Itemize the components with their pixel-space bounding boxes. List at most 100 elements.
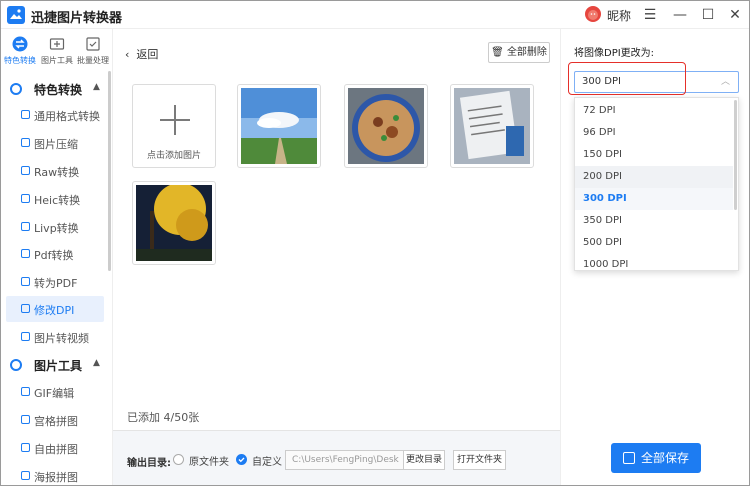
sidebar-item-label: Raw转换 (34, 166, 80, 179)
chevron-left-icon: ‹ (125, 48, 137, 61)
main-panel: ‹ 返回 🗑 全部删除 点击添加图片 已添加 4/50张 输出目录: 原文件夹 … (112, 29, 560, 485)
swap-icon (12, 36, 28, 52)
dpi-option-500[interactable]: 500 DPI (575, 232, 733, 254)
sidebar-item-gif-edit[interactable]: GIF编辑 (6, 379, 104, 405)
batch-icon (85, 36, 101, 52)
app-title: 迅捷图片转换器 (31, 11, 123, 26)
dropdown-scrollbar[interactable] (734, 100, 737, 210)
sidebar-section-title: 图片工具 (34, 359, 83, 373)
image-thumbnail[interactable] (344, 84, 428, 168)
sidebar-item-compress[interactable]: 图片压缩 (6, 130, 104, 156)
tab-image-tools[interactable]: 图片工具 (39, 33, 75, 69)
yellow-tree-night-photo (136, 185, 212, 261)
add-image-label: 点击添加图片 (146, 151, 201, 161)
to-pdf-icon (21, 277, 30, 286)
trash-icon: 🗑 (491, 47, 507, 58)
sidebar-item-free-collage[interactable]: 自由拼图 (6, 435, 104, 461)
dpi-dropdown-list: 72 DPI 96 DPI 150 DPI 200 DPI 300 DPI 35… (574, 97, 739, 271)
sidebar-item-label: 图片转视频 (34, 332, 89, 345)
dpi-title: 将图像DPI更改为: (574, 48, 655, 59)
change-dir-button[interactable]: 更改目录 (403, 450, 445, 470)
tab-batch[interactable]: 批量处理 (75, 33, 111, 69)
gif-icon (21, 387, 30, 396)
add-image-tile[interactable]: 点击添加图片 (132, 84, 216, 168)
nickname-label[interactable]: 昵称 (607, 7, 631, 24)
dpi-option-200[interactable]: 200 DPI (575, 166, 733, 188)
chevron-up-icon: ▲ (93, 358, 100, 368)
image-thumbnail[interactable] (237, 84, 321, 168)
raw-icon (21, 166, 30, 175)
sidebar-item-to-pdf[interactable]: 转为PDF (6, 269, 104, 295)
noodle-bowl-photo (348, 88, 424, 164)
close-button[interactable]: ✕ (724, 4, 746, 26)
dpi-select[interactable]: 300 DPI ︿ (574, 71, 739, 93)
dpi-icon (21, 304, 30, 313)
app-window: 迅捷图片转换器 昵称 ☰ — ☐ ✕ 特色转换 图片工具 批量处理 特色转换 ▲… (0, 0, 750, 486)
sidebar-item-label: 转为PDF (34, 277, 78, 290)
grid-icon (21, 415, 30, 424)
livp-icon (21, 222, 30, 231)
chevron-up-icon: ▲ (93, 82, 100, 92)
sidebar-scrollbar[interactable] (108, 71, 111, 271)
sidebar-item-image-to-video[interactable]: 图片转视频 (6, 324, 104, 350)
plus-icon (160, 105, 190, 135)
radio-original-folder[interactable] (173, 454, 184, 465)
sidebar-item-pdf-convert[interactable]: Pdf转换 (6, 241, 104, 267)
sidebar-item-label: 宫格拼图 (34, 415, 78, 428)
chevron-up-icon: ︿ (720, 77, 730, 87)
app-logo-icon (7, 6, 25, 24)
sidebar-section-image-tools[interactable]: 图片工具 ▲ (1, 350, 112, 380)
radio-custom-label[interactable]: 自定义 (252, 453, 282, 468)
dpi-option-1000[interactable]: 1000 DPI (575, 254, 733, 270)
delete-all-button[interactable]: 🗑 全部删除 (488, 42, 550, 63)
sidebar-item-label: 通用格式转换 (34, 110, 100, 123)
sidebar-item-label: 自由拼图 (34, 443, 78, 456)
image-count: 已添加 4/50张 (127, 411, 200, 424)
sidebar-item-general-convert[interactable]: 通用格式转换 (6, 102, 104, 128)
radio-custom-folder[interactable] (236, 454, 247, 465)
tab-feature-convert-label: 特色转换 (4, 56, 36, 65)
heic-icon (21, 194, 30, 203)
general-format-icon (21, 110, 30, 119)
dpi-option-72[interactable]: 72 DPI (575, 100, 733, 122)
open-folder-button[interactable]: 打开文件夹 (453, 450, 506, 470)
output-footer: 输出目录: 原文件夹 自定义 C:\Users\FengPing\Desk 更改… (113, 430, 560, 485)
side-tab-bar: 特色转换 图片工具 批量处理 (1, 29, 112, 71)
save-all-button[interactable]: 全部保存 (611, 443, 701, 473)
sidebar-item-raw[interactable]: Raw转换 (6, 158, 104, 184)
dpi-option-300[interactable]: 300 DPI (575, 188, 733, 210)
sidebar-item-grid-collage[interactable]: 宫格拼图 (6, 407, 104, 433)
sidebar-item-label: Livp转换 (34, 222, 79, 235)
sidebar-item-label: Heic转换 (34, 194, 81, 207)
tab-image-tools-label: 图片工具 (41, 56, 73, 65)
delete-all-label: 全部删除 (506, 47, 547, 58)
image-tool-icon (49, 36, 65, 52)
free-collage-icon (21, 443, 30, 452)
poster-icon (21, 471, 30, 480)
sidebar-section-title: 特色转换 (34, 83, 83, 97)
avatar[interactable] (585, 6, 601, 22)
output-path-input[interactable]: C:\Users\FengPing\Desk (285, 450, 405, 470)
dpi-select-value: 300 DPI (582, 76, 621, 87)
sidebar-item-modify-dpi[interactable]: 修改DPI (6, 296, 104, 322)
sidebar-item-heic[interactable]: Heic转换 (6, 186, 104, 212)
image-thumbnail[interactable] (450, 84, 534, 168)
section-dot-icon (10, 83, 22, 95)
dpi-settings-panel: 将图像DPI更改为: 300 DPI ︿ 72 DPI 96 DPI 150 D… (560, 29, 749, 485)
dpi-option-350[interactable]: 350 DPI (575, 210, 733, 232)
sidebar-item-livp[interactable]: Livp转换 (6, 214, 104, 240)
tab-feature-convert[interactable]: 特色转换 (2, 33, 38, 69)
sidebar-section-feature[interactable]: 特色转换 ▲ (1, 74, 112, 104)
save-all-label: 全部保存 (640, 451, 689, 465)
image-thumbnail[interactable] (132, 181, 216, 265)
minimize-button[interactable]: — (669, 4, 691, 26)
sky-field-photo (241, 88, 317, 164)
output-dir-label: 输出目录: (127, 458, 171, 469)
sidebar-item-poster-collage[interactable]: 海报拼图 (6, 463, 104, 485)
maximize-button[interactable]: ☐ (697, 4, 719, 26)
dpi-option-96[interactable]: 96 DPI (575, 122, 733, 144)
menu-icon[interactable]: ☰ (639, 4, 661, 26)
radio-original-label[interactable]: 原文件夹 (189, 453, 229, 468)
back-button[interactable]: ‹ 返回 (125, 46, 158, 62)
dpi-option-150[interactable]: 150 DPI (575, 144, 733, 166)
